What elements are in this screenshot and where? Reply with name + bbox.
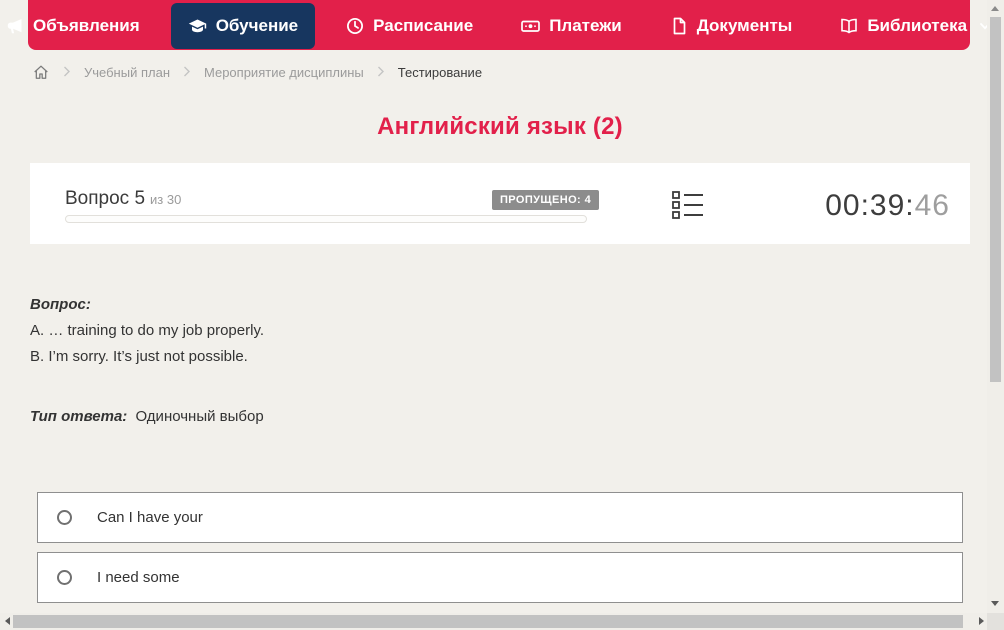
nav-item-documents[interactable]: Документы bbox=[653, 3, 810, 49]
question-list-icon bbox=[672, 206, 704, 223]
megaphone-icon bbox=[6, 17, 24, 35]
horizontal-scrollbar[interactable] bbox=[0, 613, 987, 630]
answer-option-1[interactable]: Can I have your bbox=[37, 492, 963, 543]
scroll-right-arrow-icon[interactable] bbox=[979, 617, 984, 625]
answer-option-label: I need some bbox=[97, 569, 180, 586]
breadcrumb-curriculum[interactable]: Учебный план bbox=[84, 65, 170, 80]
answer-option-label: Can I have your bbox=[97, 509, 203, 526]
timer-seconds: 46 bbox=[915, 189, 950, 222]
scroll-down-arrow-icon[interactable] bbox=[991, 601, 999, 606]
chevron-right-icon bbox=[377, 65, 385, 80]
question-total: из 30 bbox=[150, 192, 181, 207]
nav-item-schedule[interactable]: Расписание bbox=[329, 3, 490, 49]
question-number: Вопрос 5из 30 bbox=[65, 188, 181, 210]
breadcrumb: Учебный план Мероприятие дисциплины Тест… bbox=[32, 61, 482, 83]
nav-item-payments[interactable]: Платежи bbox=[504, 3, 639, 49]
book-icon bbox=[840, 17, 858, 35]
question-header-card: Вопрос 5из 30 ПРОПУЩЕНО: 4 00:39:46 bbox=[30, 163, 970, 244]
nav-item-label: Обучение bbox=[216, 16, 298, 36]
scroll-left-arrow-icon[interactable] bbox=[5, 617, 10, 625]
chevron-right-icon bbox=[183, 65, 191, 80]
nav-item-learning[interactable]: Обучение bbox=[171, 3, 315, 49]
answer-option-2[interactable]: I need some bbox=[37, 552, 963, 603]
question-body: Вопрос: A. … training to do my job prope… bbox=[30, 292, 930, 430]
nav-item-label: Объявления bbox=[33, 16, 140, 36]
scrollbar-corner bbox=[987, 613, 1004, 630]
nav-item-label: Расписание bbox=[373, 16, 473, 36]
timer: 00:39:46 bbox=[825, 189, 950, 223]
vertical-scrollbar-thumb[interactable] bbox=[990, 17, 1001, 382]
question-list-button[interactable] bbox=[672, 191, 704, 224]
scroll-up-arrow-icon[interactable] bbox=[991, 6, 999, 11]
breadcrumb-discipline-events[interactable]: Мероприятие дисциплины bbox=[204, 65, 364, 80]
vertical-scrollbar[interactable] bbox=[987, 0, 1004, 613]
page-title: Английский язык (2) bbox=[0, 113, 1000, 141]
progress-bar bbox=[65, 215, 587, 223]
horizontal-scrollbar-thumb[interactable] bbox=[13, 615, 963, 628]
banknote-icon bbox=[521, 17, 540, 35]
answer-type-label: Тип ответа: bbox=[30, 408, 127, 425]
home-icon[interactable] bbox=[32, 63, 50, 81]
question-line-b: B. I’m sorry. It’s just not possible. bbox=[30, 344, 930, 370]
clock-icon bbox=[346, 17, 364, 35]
nav-item-announcements[interactable]: Объявления bbox=[0, 3, 157, 49]
nav-item-label: Документы bbox=[697, 16, 793, 36]
answer-type-row: Тип ответа: Одиночный выбор bbox=[30, 404, 930, 430]
question-line-a: A. … training to do my job properly. bbox=[30, 318, 930, 344]
nav-item-library[interactable]: Библиотека bbox=[823, 3, 1004, 49]
nav-item-label: Библиотека bbox=[867, 16, 967, 36]
top-navbar: Объявления Обучение Расписание Платежи Д… bbox=[28, 0, 970, 50]
graduation-cap-icon bbox=[188, 17, 207, 35]
nav-item-label: Платежи bbox=[549, 16, 622, 36]
radio-button[interactable] bbox=[57, 510, 72, 525]
answer-type-value: Одиночный выбор bbox=[135, 408, 263, 425]
document-icon bbox=[670, 17, 688, 35]
question-prompt-label: Вопрос: bbox=[30, 292, 930, 318]
chevron-right-icon bbox=[63, 65, 71, 80]
breadcrumb-testing: Тестирование bbox=[398, 65, 482, 80]
skipped-badge: ПРОПУЩЕНО: 4 bbox=[492, 190, 599, 210]
radio-button[interactable] bbox=[57, 570, 72, 585]
timer-hours-minutes: 00:39: bbox=[825, 189, 914, 222]
